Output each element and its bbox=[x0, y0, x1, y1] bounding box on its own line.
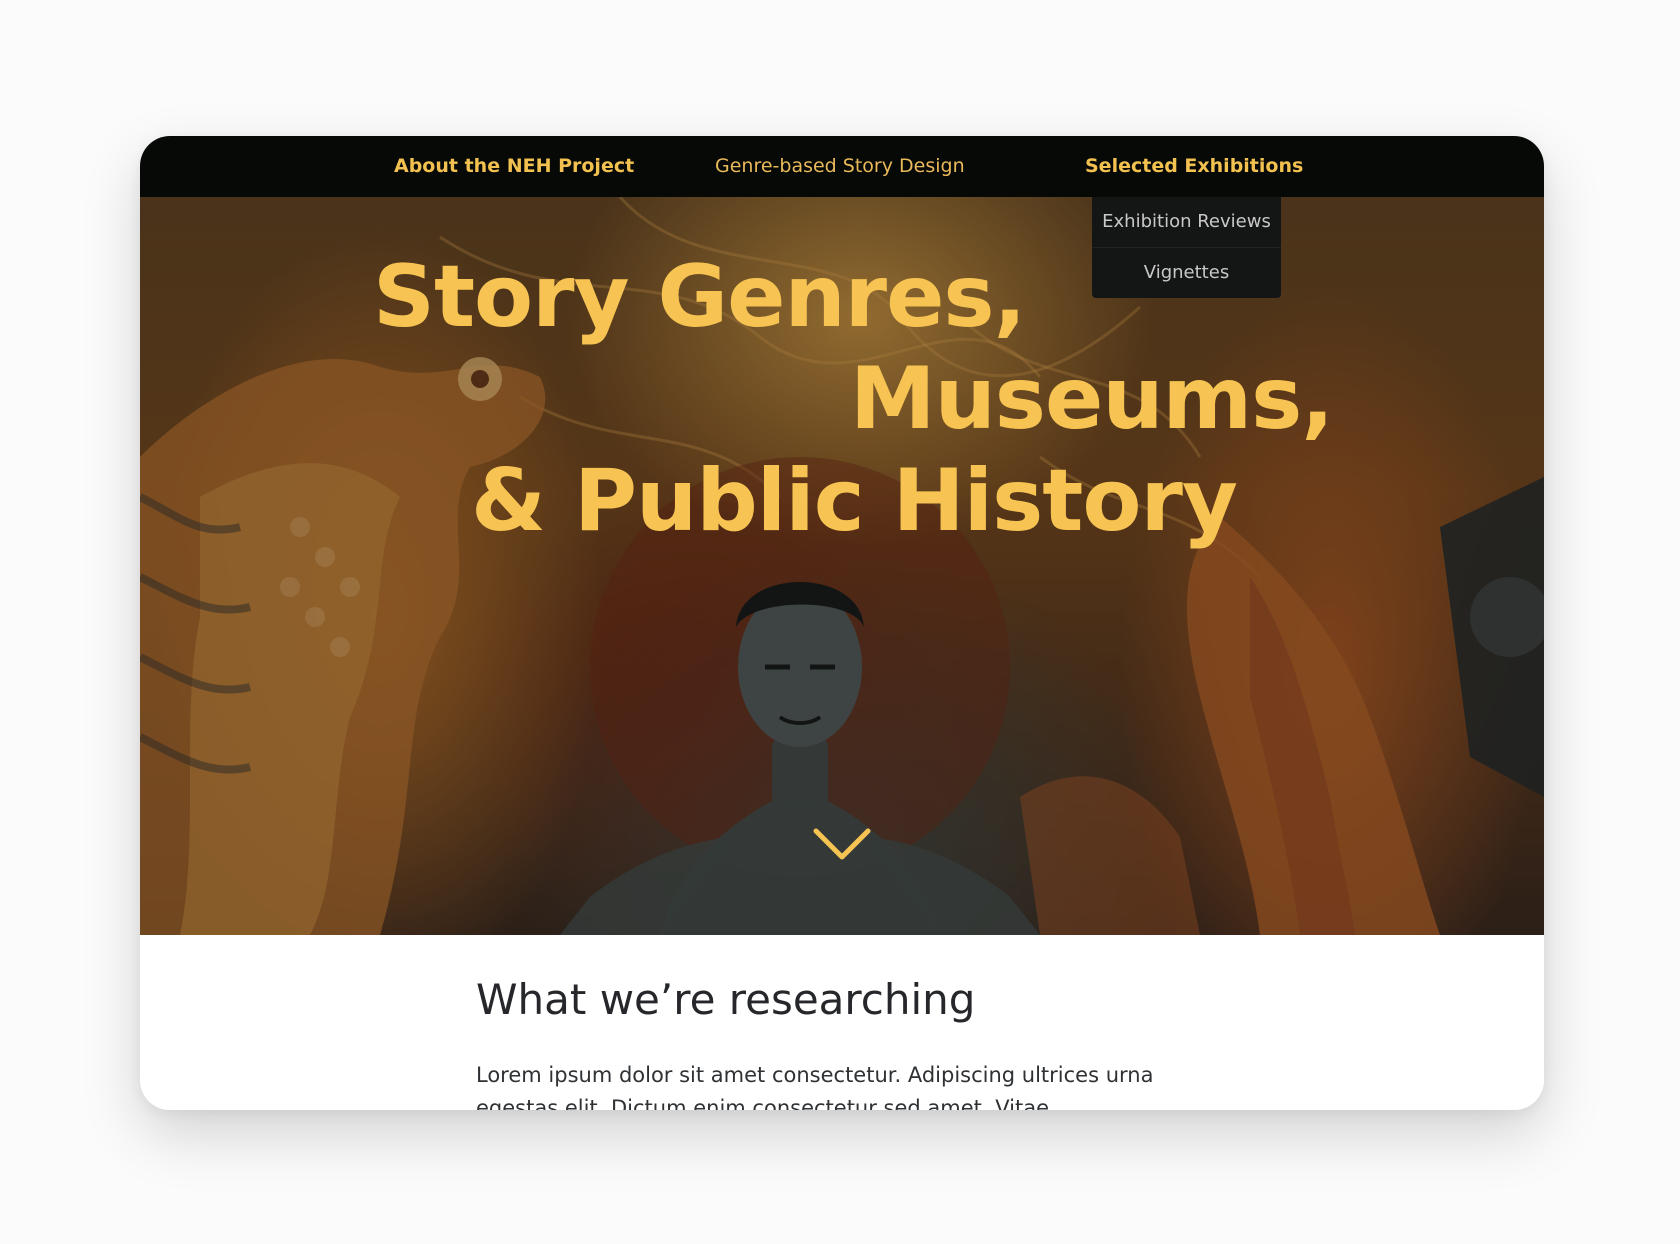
chevron-down-icon bbox=[813, 828, 871, 860]
scroll-down-button[interactable] bbox=[812, 825, 872, 865]
dropdown-item-exhibition-reviews[interactable]: Exhibition Reviews bbox=[1092, 197, 1281, 247]
dropdown-item-vignettes[interactable]: Vignettes bbox=[1092, 247, 1281, 298]
nav-selected-exhibitions[interactable]: Selected Exhibitions bbox=[1085, 136, 1303, 197]
exhibitions-dropdown-menu: Exhibition Reviews Vignettes bbox=[1092, 197, 1281, 298]
browser-card: About the NEH Project Genre-based Story … bbox=[140, 136, 1544, 1110]
top-nav: About the NEH Project Genre-based Story … bbox=[140, 136, 1544, 197]
section-body-text: Lorem ipsum dolor sit amet consectetur. … bbox=[476, 1063, 1154, 1110]
hero-title-line-1: Story Genres, bbox=[373, 247, 1026, 347]
nav-genre-based-story-design[interactable]: Genre-based Story Design bbox=[715, 136, 965, 197]
hero-banner: Story Genres, Museums, & Public History bbox=[140, 197, 1544, 935]
research-section: What we’re researching Lorem ipsum dolor… bbox=[140, 935, 1544, 1110]
hero-title-line-3: & Public History bbox=[471, 451, 1238, 551]
section-title: What we’re researching bbox=[476, 975, 976, 1024]
hero-title-line-2: Museums, bbox=[850, 349, 1334, 449]
nav-about-neh-project[interactable]: About the NEH Project bbox=[394, 136, 634, 197]
